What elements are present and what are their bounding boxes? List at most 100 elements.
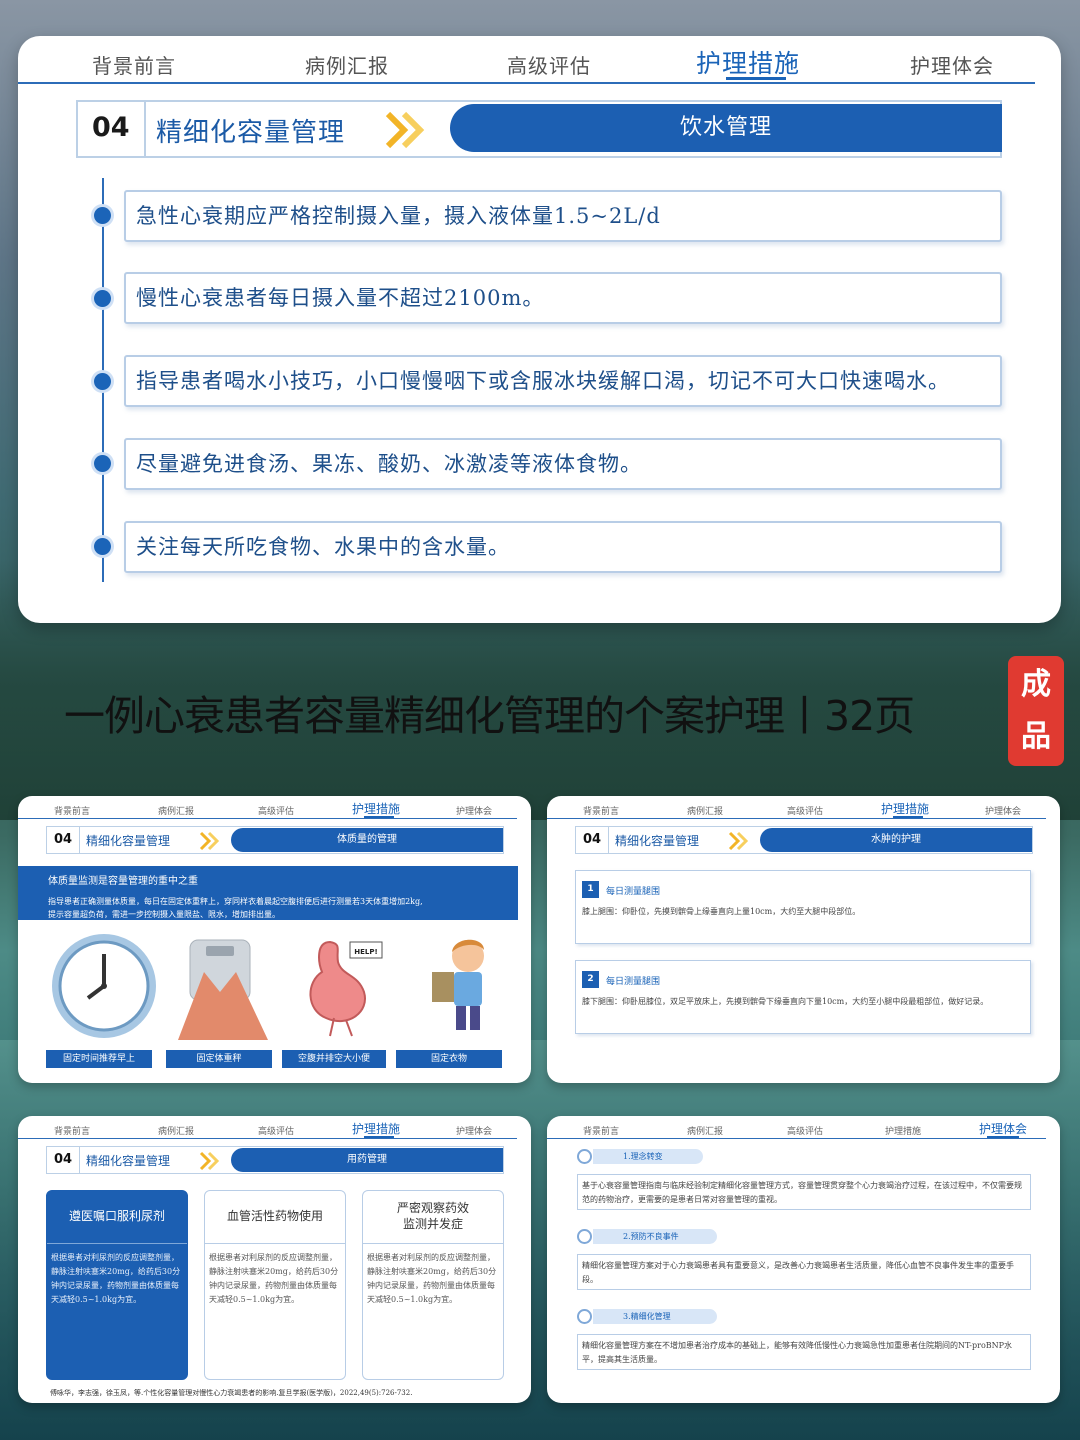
badge-char: 品 [1021,719,1051,754]
med-card-diuretic: 遵医嘱口服利尿剂 根据患者对利尿剂的反应调整剂量，静脉注射呋塞米20mg，给药后… [46,1190,188,1380]
point-circle [577,1149,592,1164]
tag-fixed-scale: 固定体重秤 [166,1050,272,1068]
nav-divider-line [547,818,1046,819]
nav-item-case: 病例汇报 [687,807,724,817]
nav-item-background: 背景前言 [54,1127,91,1137]
bullet-item: 急性心衰期应严格控制摄入量，摄入液体量1.5~2L/d [124,190,1002,242]
double-chevron-icon [385,111,425,149]
section-number: 04 [54,1152,73,1167]
timeline-dot [94,373,111,390]
nav-item-assessment: 高级评估 [787,1127,824,1137]
section-title: 精细化容量管理 [86,834,171,848]
timeline-dot [94,207,111,224]
nav-item-nursing: 护理措施 [881,802,930,816]
band-title: 体质量监测是容量管理的重中之重 [48,876,198,887]
point-text: 基于心衰容量管理指南与临床经验制定精细化容量管理方式，容量管理贯穿整个心力衰竭治… [577,1174,1031,1210]
nav-item-case: 病例汇报 [158,1127,195,1137]
badge-char: 成 [1021,667,1051,702]
nav-item-experience: 护理体会 [979,1122,1028,1136]
med-card-head: 血管活性药物使用 [226,1209,323,1223]
help-sign: HELP! [354,948,377,956]
section-tab: 用药管理 [231,1148,503,1172]
section-title: 精细化容量管理 [86,1154,171,1168]
section-title: 精细化容量管理 [615,834,700,848]
bullet-item: 慢性心衰患者每日摄入量不超过2100m。 [124,272,1002,324]
nav-item-background: 背景前言 [583,1127,620,1137]
timeline-dot [94,290,111,307]
bullet-item: 关注每天所吃食物、水果中的含水量。 [124,521,1002,573]
med-card-head: 遵医嘱口服利尿剂 [68,1209,165,1223]
nav-item-assessment: 高级评估 [787,807,824,817]
reference-note: 傅咏华，李志强，徐玉凤，等.个性化容量管理对慢性心力衰竭患者的影响.复旦学报(医… [50,1389,413,1397]
measure-number: 1 [582,881,599,898]
nav-item-background[interactable]: 背景前言 [92,50,176,79]
med-card-divider [47,1243,187,1244]
tag-empty-stomach: 空腹并排空大小便 [282,1050,386,1068]
nav-item-assessment: 高级评估 [258,1127,295,1137]
nav-divider-line [547,1138,1046,1139]
point-circle [577,1229,592,1244]
section-header: 04 精细化容量管理 体质量的管理 [46,826,504,854]
bullet-item: 尽量避免进食汤、果冻、酸奶、冰激凌等液体食物。 [124,438,1002,490]
nav-item-nursing: 护理措施 [885,1127,922,1137]
nav-item-case[interactable]: 病例汇报 [305,50,389,79]
measure-text: 膝下腿围：仰卧屈膝位，双足平放床上，先摸到髌骨下缘垂直向下量10cm，大约至小腿… [582,997,989,1006]
slide-medication[interactable]: 背景前言 病例汇报 高级评估 护理措施 护理体会 04 精细化容量管理 用药管理… [18,1116,531,1403]
section-header: 04 精细化容量管理 饮水管理 [76,100,1002,158]
nav-active-underline [726,77,786,80]
main-slide: 背景前言 病例汇报 高级评估 护理措施 护理体会 04 精细化容量管理 饮水管理… [18,36,1061,623]
med-card-head: 严密观察药效 监测并发症 [396,1201,469,1231]
point-text: 精细化容量管理方案在不增加患者治疗成本的基础上，能够有效降低慢性心力衰竭急性加重… [577,1334,1031,1370]
section-number: 04 [54,832,73,847]
measure-card: 1 每日测量腿围 膝上腿围：仰卧位，先摸到髌骨上缘垂直向上量10cm，大约至大腿… [575,870,1031,944]
nav-item-background: 背景前言 [583,807,620,817]
section-divider [608,827,609,853]
section-title: 精细化容量管理 [156,118,346,148]
section-number: 04 [583,832,602,847]
double-chevron-icon [199,831,220,851]
section-divider [79,827,80,853]
slide-experience[interactable]: 背景前言 病例汇报 高级评估 护理措施 护理体会 1.理念转变 基于心衰容量管理… [547,1116,1060,1403]
double-chevron-icon [199,1151,220,1171]
med-card-monitor: 严密观察药效 监测并发症 根据患者对利尿剂的反应调整剂量，静脉注射呋塞米20mg… [362,1190,504,1380]
med-card-vasoactive: 血管活性药物使用 根据患者对利尿剂的反应调整剂量，静脉注射呋塞米20mg，给药后… [204,1190,346,1380]
nav-item-assessment[interactable]: 高级评估 [507,50,591,79]
measure-label: 每日测量腿围 [606,887,661,897]
scale-icon [178,939,268,1040]
med-card-divider [363,1243,503,1244]
section-number: 04 [92,112,130,143]
stomach-icon: HELP! [309,940,383,1037]
timeline-dot [94,455,111,472]
section-divider [144,102,146,156]
tag-fixed-clothes: 固定衣物 [396,1050,502,1068]
nav-item-nursing: 护理措施 [352,1122,401,1136]
med-card-divider [205,1243,345,1244]
nav-divider-line [18,82,1035,84]
nav-item-nursing[interactable]: 护理措施 [696,44,800,80]
band-text: 提示容量超负荷，需进一步控制摄入量限盐、限水，增加排出量。 [48,910,280,919]
med-card-body: 根据患者对利尿剂的反应调整剂量，静脉注射呋塞米20mg，给药后30分钟内记录尿量… [367,1253,497,1304]
slide-nav: 背景前言 病例汇报 高级评估 护理措施 护理体会 [18,36,1061,84]
point-circle [577,1309,592,1324]
section-tab: 饮水管理 [450,104,1002,152]
nav-divider-line [18,1138,517,1139]
nav-item-experience[interactable]: 护理体会 [910,50,994,79]
point-label: 1.理念转变 [593,1149,703,1164]
section-tab: 水肿的护理 [760,828,1032,852]
nav-item-case: 病例汇报 [158,807,195,817]
slide-weight[interactable]: 背景前言 病例汇报 高级评估 护理措施 护理体会 04 精细化容量管理 体质量的… [18,796,531,1083]
nav-item-experience: 护理体会 [456,1127,493,1137]
section-header: 04 精细化容量管理 水肿的护理 [575,826,1033,854]
slide-edema[interactable]: 背景前言 病例汇报 高级评估 护理措施 护理体会 04 精细化容量管理 水肿的护… [547,796,1060,1083]
measure-number: 2 [582,971,599,988]
med-card-body: 根据患者对利尿剂的反应调整剂量，静脉注射呋塞米20mg，给药后30分钟内记录尿量… [51,1253,181,1304]
nav-item-nursing: 护理措施 [352,802,401,816]
double-chevron-icon [728,831,749,851]
section-tab: 体质量的管理 [231,828,503,852]
point-label: 2.预防不良事件 [593,1229,717,1244]
cover-title: 一例心衰患者容量精细化管理的个案护理丨32页 [64,692,915,740]
info-band: 体质量监测是容量管理的重中之重 指导患者正确测量体质量，每日在固定体重秤上，穿同… [18,866,518,920]
point-text: 精细化容量管理方案对于心力衰竭患者具有重要意义，是改善心力衰竭患者生活质量，降低… [577,1254,1031,1290]
med-card-body: 根据患者对利尿剂的反应调整剂量，静脉注射呋塞米20mg，给药后30分钟内记录尿量… [209,1253,339,1304]
tag-fixed-time: 固定时间推荐早上 [46,1050,152,1068]
